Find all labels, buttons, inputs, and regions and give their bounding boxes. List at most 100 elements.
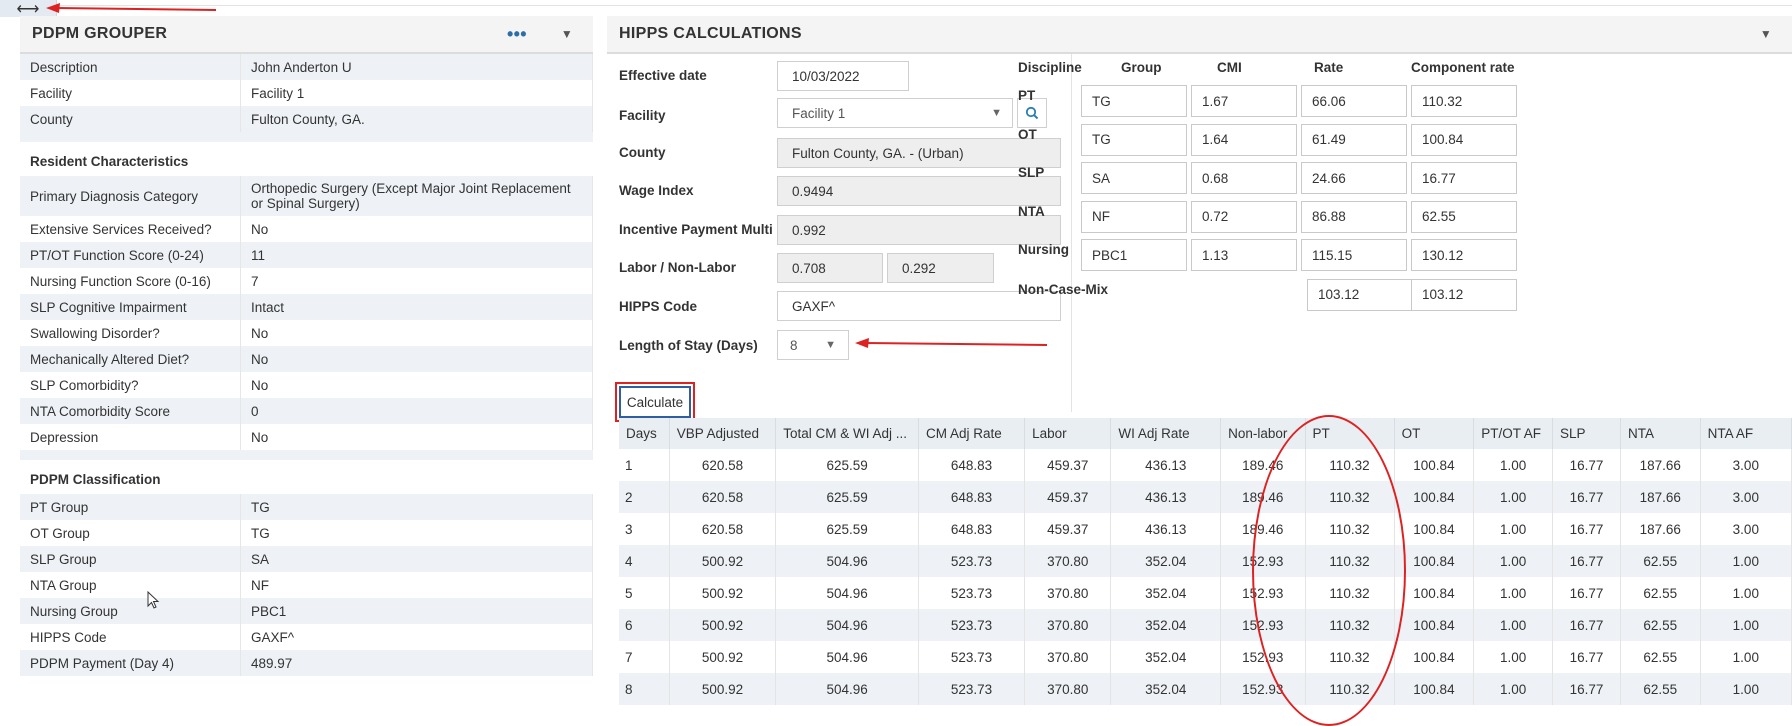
discipline-component-field[interactable]: 62.55 <box>1411 200 1517 233</box>
grid-cell: 620.58 <box>669 481 777 513</box>
grouper-row-value: GAXF^ <box>240 624 593 650</box>
discipline-cmi-field[interactable]: 1.67 <box>1191 85 1297 117</box>
grid-cell: 352.04 <box>1110 545 1222 577</box>
wage-index-field: 0.9494 <box>777 176 1061 206</box>
discipline-header: CMI <box>1217 60 1242 75</box>
grouper-row: Swallowing Disorder? No <box>20 320 593 346</box>
table-row[interactable]: 8 500.92 504.96 523.73 370.80 352.04 152.93 110… <box>619 673 1792 705</box>
grouper-row: Extensive Services Received? No <box>20 216 593 242</box>
more-options-icon[interactable]: ••• <box>507 25 527 43</box>
table-row[interactable]: 2 620.58 625.59 648.83 459.37 436.13 189.46 110… <box>619 481 1792 513</box>
discipline-rate-field[interactable]: 61.49 <box>1301 123 1407 156</box>
length-of-stay-select[interactable]: 8 ▼ <box>777 330 849 360</box>
discipline-rate-field[interactable]: 66.06 <box>1301 85 1407 117</box>
grouper-row: Facility Facility 1 <box>20 80 593 106</box>
discipline-group-field[interactable]: PBC1 <box>1081 239 1187 271</box>
grid-cell: 100.84 <box>1394 545 1475 577</box>
calculate-button[interactable]: Calculate <box>619 386 691 418</box>
grouper-row-value: SA <box>240 546 593 572</box>
grid-column-header[interactable]: NTA <box>1620 418 1701 449</box>
grid-column-header[interactable]: WI Adj Rate <box>1110 418 1222 449</box>
grouper-row-label: Facility <box>20 80 241 106</box>
grouper-row: NTA Group NF <box>20 572 593 598</box>
discipline-cmi-field[interactable]: 0.72 <box>1191 200 1297 233</box>
discipline-rate-field[interactable]: 24.66 <box>1301 162 1407 194</box>
collapse-icon[interactable]: ▼ <box>561 27 573 41</box>
discipline-cmi-field[interactable]: 1.13 <box>1191 239 1297 271</box>
grid-cell: 523.73 <box>918 577 1026 609</box>
discipline-cmi-field[interactable]: 1.64 <box>1191 123 1297 156</box>
grid-cell: 1.00 <box>1700 577 1792 609</box>
mouse-cursor-icon <box>147 591 160 609</box>
section-heading: PDPM Classification <box>20 460 593 494</box>
discipline-component-field[interactable]: 16.77 <box>1411 162 1517 194</box>
discipline-group-field[interactable]: TG <box>1081 85 1187 117</box>
grid-cell: 648.83 <box>918 513 1026 545</box>
table-row[interactable]: 4 500.92 504.96 523.73 370.80 352.04 152.93 110… <box>619 545 1792 577</box>
grid-column-header[interactable]: OT <box>1394 418 1475 449</box>
table-row[interactable]: 5 500.92 504.96 523.73 370.80 352.04 152.93 110… <box>619 577 1792 609</box>
grid-cell: 62.55 <box>1620 545 1701 577</box>
section-heading-text: Resident Characteristics <box>20 142 593 176</box>
grid-column-header[interactable]: Days <box>619 418 670 449</box>
grid-cell: 100.84 <box>1394 577 1475 609</box>
grouper-row-value: TG <box>240 494 593 520</box>
search-icon <box>1025 106 1039 120</box>
grid-cell: 1.00 <box>1473 513 1554 545</box>
non-case-mix-field[interactable]: 103.12 <box>1411 278 1517 311</box>
grouper-row: Nursing Group PBC1 <box>20 598 593 624</box>
discipline-rate-field[interactable]: 86.88 <box>1301 200 1407 233</box>
effective-date-input[interactable]: 10/03/2022 <box>777 61 909 91</box>
grid-cell: 523.73 <box>918 673 1026 705</box>
wage-index-label: Wage Index <box>619 183 694 198</box>
discipline-group-field[interactable]: SA <box>1081 162 1187 194</box>
grouper-row: SLP Group SA <box>20 546 593 572</box>
grouper-row-label: PT/OT Function Score (0-24) <box>20 242 241 268</box>
discipline-group-field[interactable]: TG <box>1081 123 1187 156</box>
panel-title: PDPM GROUPER <box>32 25 168 42</box>
length-of-stay-label: Length of Stay (Days) <box>619 338 758 353</box>
grid-cell: 187.66 <box>1620 449 1701 481</box>
grid-cell: 1 <box>619 449 670 481</box>
grid-cell: 8 <box>619 673 670 705</box>
grid-cell: 100.84 <box>1394 513 1475 545</box>
grid-column-header[interactable]: Labor <box>1024 418 1112 449</box>
grouper-row-label: Mechanically Altered Diet? <box>20 346 241 372</box>
table-row[interactable]: 3 620.58 625.59 648.83 459.37 436.13 189.46 110… <box>619 513 1792 545</box>
discipline-rate-field[interactable]: 115.15 <box>1301 239 1407 271</box>
grouper-row-value: 489.97 <box>240 650 593 676</box>
discipline-component-field[interactable]: 130.12 <box>1411 239 1517 271</box>
discipline-cmi-field[interactable]: 0.68 <box>1191 162 1297 194</box>
discipline-group-field[interactable]: NF <box>1081 200 1187 233</box>
grid-column-header[interactable]: CM Adj Rate <box>918 418 1026 449</box>
grid-cell: 648.83 <box>918 449 1026 481</box>
collapse-icon[interactable]: ▼ <box>1760 27 1772 41</box>
county-field: Fulton County, GA. - (Urban) <box>777 138 1061 168</box>
table-row[interactable]: 1 620.58 625.59 648.83 459.37 436.13 189.46 110… <box>619 449 1792 481</box>
grid-cell: 187.66 <box>1620 481 1701 513</box>
grid-column-header[interactable]: SLP <box>1552 418 1621 449</box>
incentive-label: Incentive Payment Multi <box>619 222 773 237</box>
grid-cell: 370.80 <box>1024 673 1112 705</box>
section-divider <box>1071 54 1072 412</box>
grouper-row: NTA Comorbidity Score 0 <box>20 398 593 424</box>
wage-index-value: 0.9494 <box>792 183 834 199</box>
grouper-row-label: Extensive Services Received? <box>20 216 241 242</box>
grouper-row: Depression No <box>20 424 593 450</box>
chevron-down-icon: ▼ <box>991 107 1002 119</box>
table-row[interactable]: 6 500.92 504.96 523.73 370.80 352.04 152.93 110… <box>619 609 1792 641</box>
grid-column-header[interactable]: Total CM & WI Adj ... <box>775 418 919 449</box>
grid-column-header[interactable]: PT/OT AF <box>1473 418 1554 449</box>
grouper-row: Primary Diagnosis Category Orthopedic Sur… <box>20 176 593 216</box>
facility-select[interactable]: Facility 1 ▼ <box>777 98 1013 128</box>
discipline-component-field[interactable]: 110.32 <box>1411 85 1517 117</box>
grouper-row: County Fulton County, GA. <box>20 106 593 132</box>
grid-column-header[interactable]: NTA AF <box>1700 418 1792 449</box>
discipline-component-field[interactable]: 100.84 <box>1411 123 1517 156</box>
grid-column-header[interactable]: VBP Adjusted <box>669 418 777 449</box>
annotation-oval-vbp <box>1252 415 1406 726</box>
non-case-mix-field[interactable]: 103.12 <box>1307 278 1413 311</box>
discipline-name: PT <box>1018 88 1036 103</box>
grid-cell: 1.00 <box>1473 449 1554 481</box>
table-row[interactable]: 7 500.92 504.96 523.73 370.80 352.04 152.93 110… <box>619 641 1792 673</box>
